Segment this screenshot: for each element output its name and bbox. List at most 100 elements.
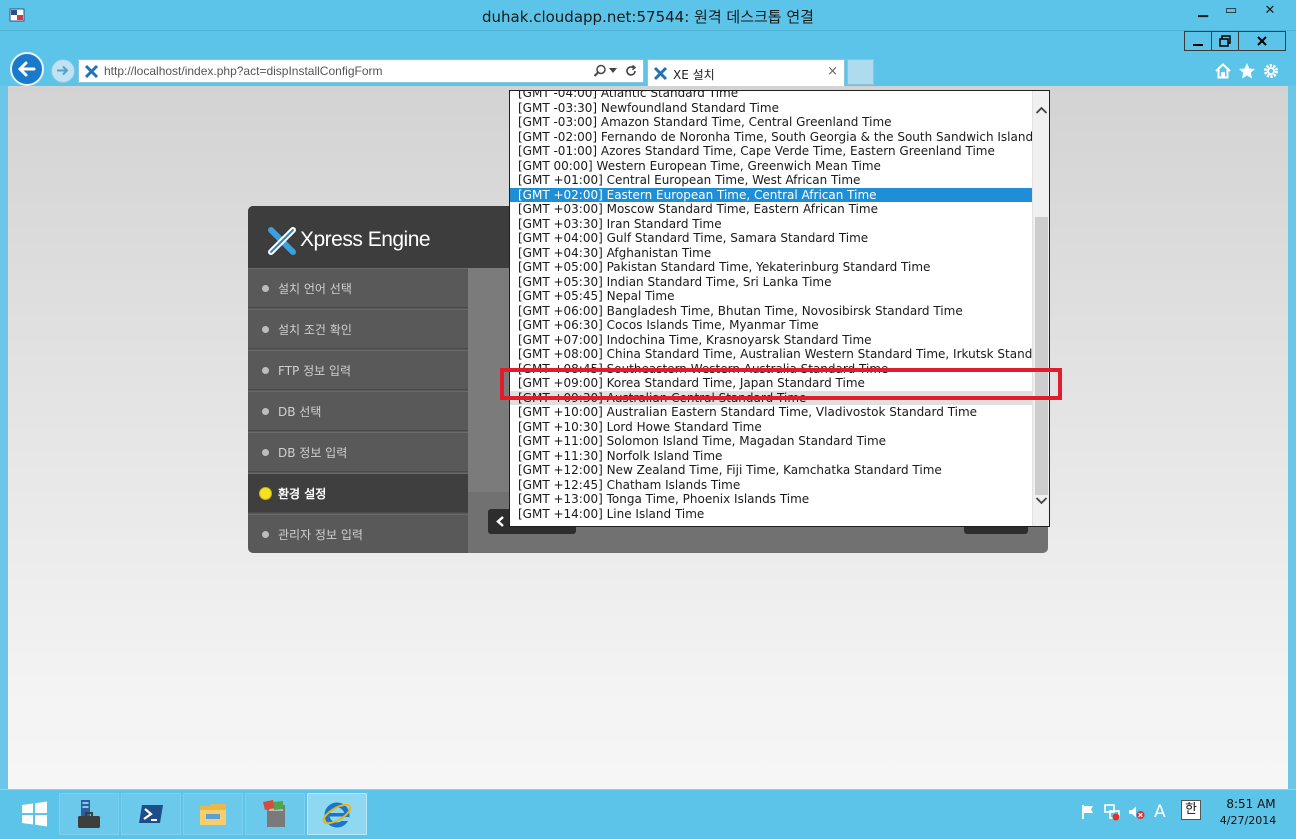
timezone-option[interactable]: [GMT +12:00] New Zealand Time, Fiji Time… — [510, 463, 1032, 478]
step-label: DB 정보 입력 — [278, 446, 348, 460]
windows-logo-icon — [22, 801, 47, 827]
volume-muted-icon[interactable] — [1127, 803, 1145, 821]
tab-xe-install[interactable]: XE 설치 × — [647, 59, 845, 87]
network-icon[interactable] — [1103, 803, 1121, 821]
taskbar-internet-explorer[interactable] — [307, 793, 367, 835]
timezone-dropdown-list[interactable]: [GMT -04:00] Atlantic Standard Time [GMT … — [509, 90, 1050, 527]
dropdown-scrollbar[interactable] — [1032, 91, 1049, 526]
chevron-down-icon — [1035, 497, 1048, 505]
timezone-option[interactable]: [GMT -03:30] Newfoundland Standard Time — [510, 101, 1032, 116]
step-select-language[interactable]: 설치 언어 선택 — [248, 268, 468, 308]
step-label: FTP 정보 입력 — [278, 364, 352, 378]
timezone-option[interactable]: [GMT +05:30] Indian Standard Time, Sri L… — [510, 275, 1032, 290]
back-button[interactable] — [10, 52, 44, 86]
file-explorer-icon — [200, 804, 226, 825]
new-tab-button[interactable] — [847, 59, 874, 85]
step-ftp-info[interactable]: FTP 정보 입력 — [248, 350, 468, 390]
chevron-left-icon — [496, 516, 504, 527]
scroll-up-button[interactable] — [1035, 105, 1048, 121]
timezone-option[interactable]: [GMT +02:00] Eastern European Time, Cent… — [510, 187, 1032, 202]
tab-title: XE 설치 — [673, 68, 715, 82]
timezone-option[interactable]: [GMT +07:00] Indochina Time, Krasnoyarsk… — [510, 333, 1032, 348]
internet-explorer-icon — [322, 802, 352, 828]
timezone-option[interactable]: [GMT +10:00] Australian Eastern Standard… — [510, 405, 1032, 420]
start-button[interactable] — [10, 794, 58, 834]
step-label: 환경 설정 — [278, 487, 327, 501]
timezone-option[interactable]: [GMT +12:45] Chatham Islands Time — [510, 478, 1032, 493]
timezone-option[interactable]: [GMT +14:00] Line Island Time — [510, 507, 1032, 522]
timezone-option[interactable]: [GMT +03:00] Moscow Standard Time, Easte… — [510, 202, 1032, 217]
ime-language-indicator[interactable]: 한 — [1181, 800, 1201, 820]
tab-close-icon[interactable]: × — [827, 64, 838, 79]
action-center-flag-icon[interactable] — [1079, 803, 1097, 821]
timezone-option[interactable]: [GMT -02:00] Fernando de Noronha Time, S… — [510, 130, 1049, 145]
close-icon: ✕ — [1264, 3, 1276, 18]
taskbar-powershell[interactable] — [121, 793, 181, 835]
browser-restore-button[interactable] — [1211, 31, 1239, 51]
window-title: duhak.cloudapp.net:57544: 원격 데스크톱 연결 — [482, 8, 814, 26]
ime-mode-indicator[interactable]: A — [1154, 802, 1172, 822]
timezone-option[interactable]: [GMT +06:00] Bangladesh Time, Bhutan Tim… — [510, 304, 1032, 319]
taskbar-file-explorer[interactable] — [183, 793, 243, 835]
taskbar-server-manager[interactable] — [59, 793, 119, 835]
step-select-db[interactable]: DB 선택 — [248, 391, 468, 431]
step-bullet — [262, 408, 269, 415]
home-icon[interactable] — [1214, 62, 1232, 80]
timezone-option[interactable]: [GMT +11:30] Norfolk Island Time — [510, 449, 1032, 464]
step-bullet — [262, 449, 269, 456]
timezone-option[interactable]: [GMT 00:00] Western European Time, Green… — [510, 159, 1032, 174]
favorites-icon[interactable] — [1238, 62, 1256, 80]
annotation-highlight-box — [500, 368, 1062, 400]
clock-date[interactable]: 4/27/2014 — [1212, 814, 1284, 827]
timezone-option[interactable]: [GMT -03:00] Amazon Standard Time, Centr… — [510, 115, 1032, 130]
rdp-close-button[interactable]: ✕ — [1248, 2, 1292, 22]
settings-icon[interactable] — [1262, 62, 1280, 80]
address-url: http://localhost/index.php?act=dispInsta… — [104, 64, 383, 78]
refresh-icon[interactable] — [624, 64, 638, 78]
timezone-option[interactable]: [GMT +11:00] Solomon Island Time, Magada… — [510, 434, 1032, 449]
timezone-option[interactable]: [GMT +01:00] Central European Time, West… — [510, 173, 1032, 188]
close-icon — [1257, 36, 1267, 46]
browser-minimize-button[interactable] — [1184, 31, 1212, 51]
step-admin-info[interactable]: 관리자 정보 입력 — [248, 514, 468, 554]
taskbar-installer[interactable] — [245, 793, 305, 835]
restore-icon — [1219, 35, 1231, 47]
timezone-option[interactable]: [GMT +08:00] China Standard Time, Austra… — [510, 347, 1049, 362]
timezone-option[interactable]: [GMT -04:00] Atlantic Standard Time — [510, 91, 1032, 101]
address-bar[interactable]: http://localhost/index.php?act=dispInsta… — [78, 59, 644, 83]
timezone-option[interactable]: [GMT +04:30] Afghanistan Time — [510, 246, 1032, 261]
chevron-up-icon — [1035, 106, 1048, 114]
rdp-minimize-button[interactable]: ▁ — [1190, 2, 1216, 22]
search-icon[interactable] — [593, 64, 607, 78]
powershell-icon — [139, 805, 163, 823]
scroll-down-button[interactable] — [1035, 496, 1048, 512]
step-label: DB 선택 — [278, 405, 322, 419]
step-db-info[interactable]: DB 정보 입력 — [248, 432, 468, 472]
step-label: 관리자 정보 입력 — [278, 528, 363, 542]
timezone-option[interactable]: [GMT +03:30] Iran Standard Time — [510, 217, 1032, 232]
taskbar: A 한 8:51 AM 4/27/2014 — [0, 789, 1296, 839]
clock-time[interactable]: 8:51 AM — [1218, 797, 1284, 811]
timezone-option[interactable]: [GMT +05:00] Pakistan Standard Time, Yek… — [510, 260, 1032, 275]
xe-favicon-icon — [84, 64, 99, 79]
forward-arrow-icon — [57, 65, 69, 76]
step-check-requirements[interactable]: 설치 조건 확인 — [248, 309, 468, 349]
timezone-option[interactable]: [GMT +06:30] Cocos Islands Time, Myanmar… — [510, 318, 1032, 333]
xe-favicon-icon — [653, 66, 668, 81]
timezone-option[interactable]: [GMT +05:45] Nepal Time — [510, 289, 1032, 304]
step-active-bullet — [259, 487, 272, 500]
browser-close-button[interactable] — [1238, 31, 1286, 51]
browser-toolbar: http://localhost/index.php?act=dispInsta… — [0, 31, 1296, 87]
timezone-option[interactable]: [GMT +04:00] Gulf Standard Time, Samara … — [510, 231, 1032, 246]
step-environment-settings[interactable]: 환경 설정 — [248, 473, 468, 513]
scrollbar-thumb[interactable] — [1035, 217, 1048, 495]
forward-button[interactable] — [51, 59, 75, 83]
xe-logo-icon — [268, 227, 296, 255]
timezone-option[interactable]: [GMT +10:30] Lord Howe Standard Time — [510, 420, 1032, 435]
timezone-option[interactable]: [GMT -01:00] Azores Standard Time, Cape … — [510, 144, 1032, 159]
step-label: 설치 조건 확인 — [278, 323, 352, 337]
step-label: 설치 언어 선택 — [278, 282, 352, 296]
timezone-option[interactable]: [GMT +13:00] Tonga Time, Phoenix Islands… — [510, 492, 1032, 507]
rdp-maximize-button[interactable]: ▭ — [1218, 2, 1244, 22]
dropdown-icon[interactable] — [609, 68, 617, 74]
